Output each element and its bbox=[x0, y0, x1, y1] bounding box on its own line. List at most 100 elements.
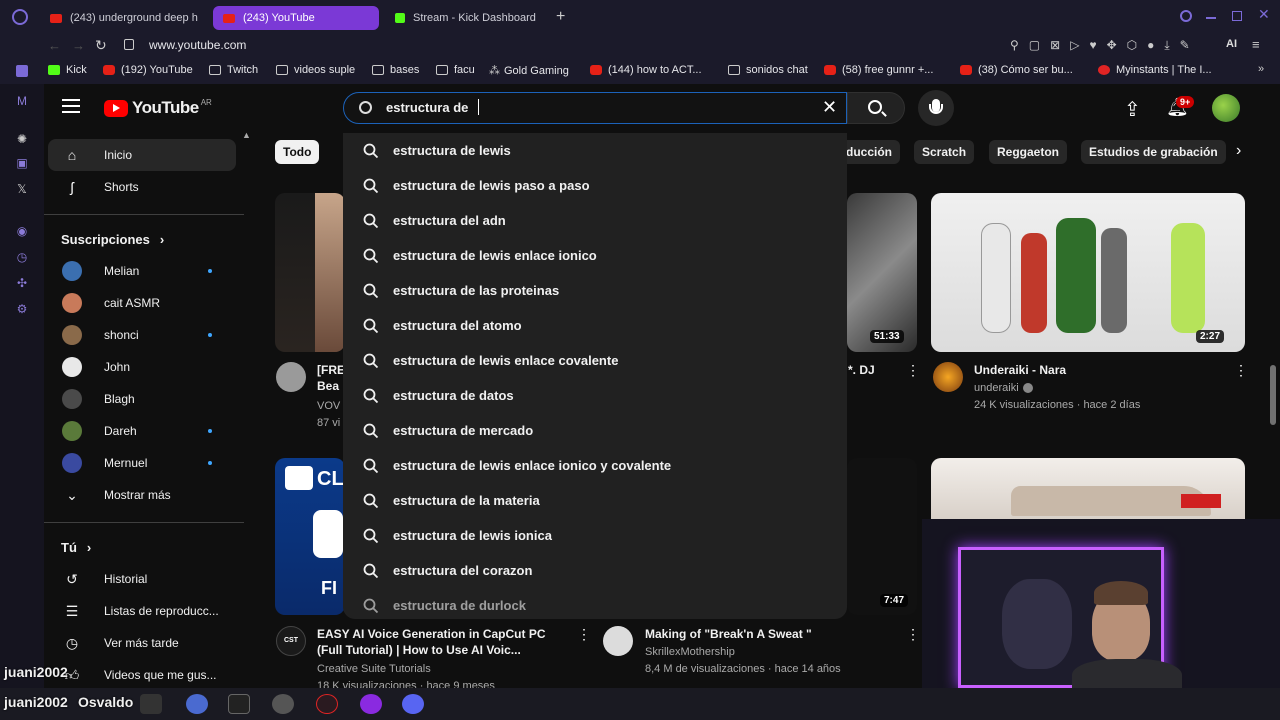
search-tabs-icon[interactable] bbox=[1180, 10, 1192, 22]
extensions-icon[interactable]: ✥ bbox=[1107, 38, 1117, 53]
video-channel[interactable]: Creative Suite Tutorials bbox=[317, 661, 431, 677]
chip-todo[interactable]: Todo bbox=[275, 140, 320, 164]
bookmark-gold-gaming[interactable]: ⁂ Gold Gaming bbox=[489, 64, 569, 78]
pin-icon[interactable]: ⚲ bbox=[1010, 38, 1019, 53]
video-thumbnail[interactable] bbox=[931, 458, 1245, 520]
play-icon[interactable]: ▷ bbox=[1070, 38, 1079, 53]
x-icon[interactable]: 𝕏 bbox=[15, 182, 29, 196]
voice-search-button[interactable] bbox=[918, 90, 954, 126]
sidebar-scroll-up-icon[interactable]: ▲ bbox=[242, 130, 251, 140]
bookmark-sonidos-chat[interactable]: sonidos chat bbox=[728, 64, 808, 76]
forward-icon[interactable]: → bbox=[72, 38, 85, 53]
you-heading[interactable]: Tú › bbox=[61, 540, 91, 555]
bookmark-videos-suple[interactable]: videos suple bbox=[276, 64, 355, 76]
tab-youtube[interactable]: (243) YouTube bbox=[213, 6, 379, 30]
twitch-icon[interactable]: ▣ bbox=[15, 156, 29, 170]
bookmarks-overflow-icon[interactable]: » bbox=[1258, 63, 1264, 75]
suggestion-item[interactable]: estructura de lewis bbox=[343, 133, 847, 168]
close-window-icon[interactable]: ✕ bbox=[1258, 6, 1270, 23]
bookmark-como-ser[interactable]: (38) Cómo ser bu... bbox=[960, 64, 1073, 76]
extension-icons[interactable]: ⚲ ▢ ⊠ ▷ ♥ ✥ ⬡ ● ⤓ ✎ bbox=[1010, 38, 1190, 53]
settings-icon[interactable]: ⚙ bbox=[15, 302, 29, 316]
video-title[interactable]: EASY AI Voice Generation in CapCut PC (F… bbox=[317, 626, 573, 658]
suggestion-item[interactable]: estructura de la materia bbox=[343, 483, 847, 518]
video-thumbnail[interactable] bbox=[847, 458, 917, 615]
screenshot-icon[interactable]: ▢ bbox=[1029, 38, 1040, 53]
bookmark-twitch[interactable]: Twitch bbox=[209, 64, 258, 76]
url-field[interactable]: www.youtube.com bbox=[149, 38, 246, 52]
sidebar-item-shorts[interactable]: ʃ Shorts bbox=[48, 171, 236, 203]
sidebar-sub-dareh[interactable]: Dareh bbox=[48, 415, 236, 447]
chip-estudios[interactable]: Estudios de grabación bbox=[1081, 140, 1226, 164]
show-more-button[interactable]: ⌄ Mostrar más bbox=[48, 479, 236, 511]
back-icon[interactable]: ← bbox=[48, 38, 61, 53]
sidebar-item-historial[interactable]: ↺ Historial bbox=[48, 563, 236, 595]
sidebar-item-inicio[interactable]: ⌂ Inicio bbox=[48, 139, 236, 171]
suggestion-item[interactable]: estructura de lewis enlace covalente bbox=[343, 343, 847, 378]
search-input[interactable]: estructura de bbox=[386, 100, 468, 115]
sidebar-item-watch-later[interactable]: ◷ Ver más tarde bbox=[48, 627, 236, 659]
video-title-line2[interactable]: Bea bbox=[317, 378, 339, 394]
more-options-icon[interactable]: ⋮ bbox=[577, 626, 591, 643]
suggestion-item[interactable]: estructura de las proteinas bbox=[343, 273, 847, 308]
video-channel[interactable]: underaiki bbox=[974, 380, 1033, 396]
sidebar-sub-melian[interactable]: Melian bbox=[48, 255, 236, 287]
puzzle-icon[interactable]: ✣ bbox=[15, 276, 29, 290]
aria-icon[interactable]: ✎ bbox=[1180, 38, 1190, 53]
suggestion-item[interactable]: estructura de lewis enlace ionico bbox=[343, 238, 847, 273]
menu-icon[interactable]: ≡ bbox=[1252, 37, 1260, 52]
suggestion-item[interactable]: estructura de lewis ionica bbox=[343, 518, 847, 553]
clock-icon[interactable]: ◷ bbox=[15, 250, 29, 264]
suggestion-item[interactable]: estructura de lewis enlace ionico y cova… bbox=[343, 448, 847, 483]
ai-button[interactable]: AI bbox=[1226, 38, 1237, 50]
video-title[interactable]: Making of "Break'n A Sweat " bbox=[645, 626, 812, 642]
page-scrollbar[interactable] bbox=[1270, 365, 1276, 425]
chip-scratch[interactable]: Scratch bbox=[914, 140, 975, 164]
tab-underground[interactable]: (243) underground deep h bbox=[40, 6, 206, 30]
video-thumbnail[interactable] bbox=[847, 193, 917, 352]
chips-next-icon[interactable]: › bbox=[1236, 142, 1241, 160]
more-options-icon[interactable]: ⋮ bbox=[1234, 362, 1248, 379]
bookmark-how-to-act[interactable]: (144) how to ACT... bbox=[590, 64, 702, 76]
search-button[interactable] bbox=[847, 92, 905, 124]
reload-icon[interactable]: ↻ bbox=[95, 37, 107, 54]
sidebar-sub-john[interactable]: John bbox=[48, 351, 236, 383]
minimize-icon[interactable] bbox=[1206, 17, 1216, 19]
video-thumbnail[interactable] bbox=[931, 193, 1245, 352]
bookmark-youtube[interactable]: (192) YouTube bbox=[103, 64, 193, 76]
discord-icon[interactable] bbox=[402, 694, 424, 714]
channel-avatar[interactable] bbox=[276, 362, 306, 392]
channel-avatar[interactable] bbox=[933, 362, 963, 392]
sidebar-item-liked[interactable]: 👍︎ Videos que me gus... bbox=[48, 659, 236, 691]
chip-reggaeton[interactable]: Reggaeton bbox=[989, 140, 1068, 164]
sidebar-sub-shonci[interactable]: shonci bbox=[48, 319, 236, 351]
suggestion-item[interactable]: estructura del adn bbox=[343, 203, 847, 238]
bookmark-sidebar-icon[interactable] bbox=[16, 65, 28, 77]
clear-search-icon[interactable]: ✕ bbox=[822, 97, 837, 118]
shield-icon[interactable]: ⊠ bbox=[1050, 38, 1060, 53]
download-icon[interactable]: ⤓ bbox=[1164, 38, 1169, 53]
video-thumbnail[interactable]: CL FI bbox=[275, 458, 345, 615]
video-thumbnail[interactable] bbox=[275, 193, 345, 352]
bookmark-kick[interactable]: Kick bbox=[48, 64, 87, 76]
suggestion-item[interactable]: estructura de lewis paso a paso bbox=[343, 168, 847, 203]
suggestion-item[interactable]: estructura de mercado bbox=[343, 413, 847, 448]
video-channel[interactable]: VOV bbox=[317, 398, 340, 414]
app-icon[interactable] bbox=[360, 694, 382, 714]
suggestion-item[interactable]: estructura del corazon bbox=[343, 553, 847, 588]
opera-icon[interactable] bbox=[316, 694, 338, 714]
browser-menu-icon[interactable] bbox=[12, 9, 28, 25]
chatgpt-icon[interactable]: ✺ bbox=[15, 132, 29, 146]
video-title[interactable]: [FRE bbox=[317, 362, 345, 378]
maximize-icon[interactable] bbox=[1232, 11, 1242, 21]
app-icon[interactable] bbox=[186, 694, 208, 714]
bookmark-free-gunnr[interactable]: (58) free gunnr +... bbox=[824, 64, 933, 76]
chip-produccion[interactable]: ducción bbox=[838, 140, 901, 164]
new-tab-button[interactable]: + bbox=[556, 8, 565, 26]
bookmark-facu[interactable]: facu bbox=[436, 64, 475, 76]
suggestion-item[interactable]: estructura de datos bbox=[343, 378, 847, 413]
youtube-logo[interactable]: YouTube AR bbox=[104, 98, 212, 118]
bookmark-bases[interactable]: bases bbox=[372, 64, 419, 76]
channel-avatar[interactable] bbox=[603, 626, 633, 656]
profile-icon[interactable]: ● bbox=[1147, 38, 1154, 53]
